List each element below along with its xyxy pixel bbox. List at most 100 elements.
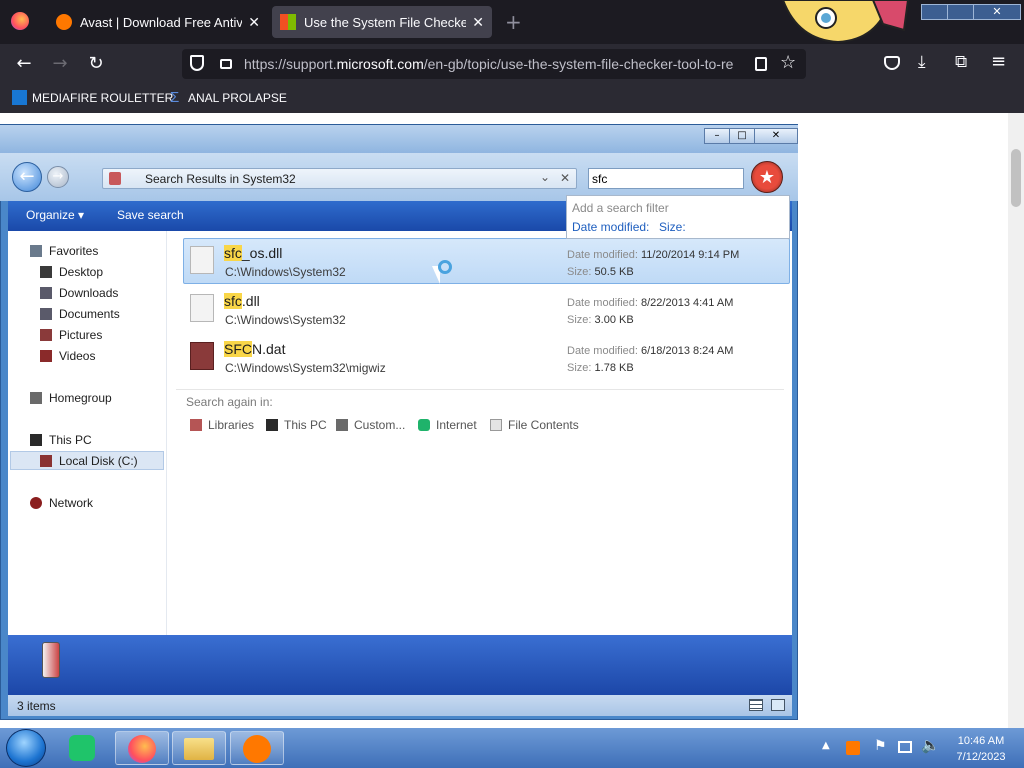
folder-icon bbox=[184, 738, 214, 760]
nav-this-pc[interactable]: This PC bbox=[30, 433, 92, 447]
pictures-icon bbox=[40, 329, 52, 341]
nav-network[interactable]: Network bbox=[30, 496, 93, 510]
search-again-libraries[interactable]: Libraries bbox=[190, 418, 254, 432]
videos-icon bbox=[40, 350, 52, 362]
volume-icon[interactable]: 🔈 bbox=[921, 736, 940, 754]
explorer-maximize-button[interactable]: □ bbox=[729, 128, 755, 144]
bookmark-label: MEDIAFIRE ROULETTER bbox=[32, 90, 174, 105]
nav-homegroup[interactable]: Homegroup bbox=[30, 391, 112, 405]
nav-label: Documents bbox=[59, 307, 120, 321]
nav-favorites[interactable]: Favorites bbox=[30, 244, 98, 258]
homegroup-icon bbox=[30, 392, 42, 404]
back-arrow-icon[interactable]: ← bbox=[12, 52, 36, 76]
nav-local-disk[interactable]: Local Disk (C:) bbox=[40, 454, 138, 468]
start-button[interactable] bbox=[6, 729, 46, 767]
mediafire-icon bbox=[12, 90, 27, 105]
theme-avatar-image bbox=[778, 0, 914, 44]
taskbar-clock[interactable]: 10:46 AM 7/12/2023 bbox=[946, 733, 1016, 765]
save-search-button[interactable]: Save search bbox=[117, 208, 184, 222]
browser-maximize-button[interactable] bbox=[947, 4, 975, 20]
search-button-icon[interactable]: ★ bbox=[751, 161, 783, 193]
taskbar-firefox[interactable] bbox=[115, 731, 169, 765]
new-tab-button[interactable]: + bbox=[505, 10, 522, 34]
file-contents-icon bbox=[490, 419, 502, 431]
browser-minimize-button[interactable] bbox=[921, 4, 949, 20]
desktop-icon bbox=[40, 266, 52, 278]
file-date: Date modified: 6/18/2013 8:24 AM bbox=[567, 345, 734, 357]
organize-button[interactable]: Organize ▾ bbox=[26, 208, 84, 222]
tab-avast[interactable]: Avast | Download Free Antivirus ✕ bbox=[48, 6, 268, 38]
nav-label: Videos bbox=[59, 349, 96, 363]
nav-documents[interactable]: Documents bbox=[40, 307, 120, 321]
firefox-menu-icon[interactable] bbox=[11, 12, 29, 30]
action-center-flag-icon[interactable]: ⚑ bbox=[874, 738, 887, 754]
nav-label: Desktop bbox=[59, 265, 104, 279]
taskbar-notes-app[interactable] bbox=[57, 731, 111, 765]
search-again-file-contents[interactable]: File Contents bbox=[490, 418, 579, 432]
address-dropdown-icon[interactable]: ⌄ bbox=[540, 170, 550, 184]
close-tab-icon[interactable]: ✕ bbox=[248, 14, 260, 31]
computer-icon bbox=[30, 434, 42, 446]
reader-view-icon[interactable] bbox=[755, 57, 767, 71]
lock-icon[interactable] bbox=[220, 59, 232, 69]
nav-videos[interactable]: Videos bbox=[40, 349, 95, 363]
avast-tab-icon bbox=[56, 14, 72, 30]
downloads-icon[interactable]: ⤓ bbox=[918, 52, 926, 72]
menu-hamburger-icon[interactable]: ≡ bbox=[991, 51, 1006, 72]
bookmark-second[interactable]: Σ ANAL PROLAPSE bbox=[170, 90, 287, 105]
search-again-option: File Contents bbox=[508, 418, 579, 432]
address-bar[interactable]: Search Results in System32 ⌄ ✕ bbox=[102, 168, 577, 189]
search-input[interactable]: sfc bbox=[588, 168, 744, 189]
documents-icon bbox=[40, 308, 52, 320]
search-again-option: This PC bbox=[284, 418, 327, 432]
file-path: C:\Windows\System32 bbox=[225, 265, 346, 279]
explorer-minimize-button[interactable]: – bbox=[704, 128, 730, 144]
bookmark-star-icon[interactable]: ☆ bbox=[780, 52, 796, 73]
clear-search-icon[interactable]: ✕ bbox=[560, 171, 570, 185]
url-text[interactable]: https://support.microsoft.com/en-gb/topi… bbox=[244, 56, 733, 72]
search-input-text: sfc bbox=[592, 172, 608, 186]
forward-arrow-icon[interactable]: → bbox=[48, 52, 72, 76]
dll-file-icon bbox=[190, 294, 214, 322]
extensions-icon[interactable]: ⧉ bbox=[955, 52, 967, 72]
scrollbar-thumb[interactable] bbox=[1011, 149, 1021, 207]
nav-desktop[interactable]: Desktop bbox=[40, 265, 103, 279]
search-again-internet[interactable]: Internet bbox=[418, 418, 477, 432]
network-tray-icon[interactable] bbox=[898, 741, 912, 753]
search-again-this-pc[interactable]: This PC bbox=[266, 418, 327, 432]
explorer-title-bar[interactable] bbox=[0, 125, 798, 153]
filter-size-link[interactable]: Size: bbox=[659, 220, 686, 234]
nav-downloads[interactable]: Downloads bbox=[40, 286, 118, 300]
search-folder-icon bbox=[42, 642, 60, 678]
large-icons-view-icon[interactable] bbox=[771, 699, 785, 711]
downloads-folder-icon bbox=[40, 287, 52, 299]
search-again-custom[interactable]: Custom... bbox=[336, 418, 405, 432]
tracking-shield-icon[interactable] bbox=[190, 55, 204, 71]
nav-pictures[interactable]: Pictures bbox=[40, 328, 102, 342]
close-tab-icon[interactable]: ✕ bbox=[472, 14, 484, 31]
clock-date: 7/12/2023 bbox=[956, 751, 1006, 763]
file-path: C:\Windows\System32 bbox=[225, 313, 346, 327]
details-view-icon[interactable] bbox=[749, 699, 763, 711]
explorer-close-button[interactable]: ✕ bbox=[754, 128, 798, 144]
internet-icon bbox=[418, 419, 430, 431]
browser-close-button[interactable]: ✕ bbox=[973, 4, 1021, 20]
tray-overflow-icon[interactable]: ▲ bbox=[822, 740, 830, 751]
explorer-forward-arrow-icon[interactable]: → bbox=[47, 166, 69, 188]
page-scrollbar[interactable] bbox=[1008, 113, 1024, 728]
reload-icon[interactable]: ↻ bbox=[84, 52, 108, 76]
explorer-back-arrow-icon[interactable]: ← bbox=[12, 162, 42, 192]
bookmark-mediafire[interactable]: MEDIAFIRE ROULETTER bbox=[12, 90, 173, 105]
tray-avast-icon[interactable] bbox=[846, 741, 860, 755]
filter-date-modified-link[interactable]: Date modified: bbox=[572, 220, 649, 234]
taskbar-avast[interactable] bbox=[230, 731, 284, 765]
tab-title: Use the System File Checker tool bbox=[304, 14, 467, 30]
file-date: Date modified: 8/22/2013 4:41 AM bbox=[567, 297, 734, 309]
file-name: sfc.dll bbox=[224, 293, 260, 309]
taskbar-file-explorer[interactable] bbox=[172, 731, 226, 765]
green-notes-icon bbox=[69, 735, 95, 761]
tab-sfc-guide[interactable]: Use the System File Checker tool ✕ bbox=[272, 6, 492, 38]
status-bar bbox=[8, 695, 792, 716]
item-count: 3 items bbox=[17, 699, 56, 713]
results-divider bbox=[176, 389, 784, 390]
